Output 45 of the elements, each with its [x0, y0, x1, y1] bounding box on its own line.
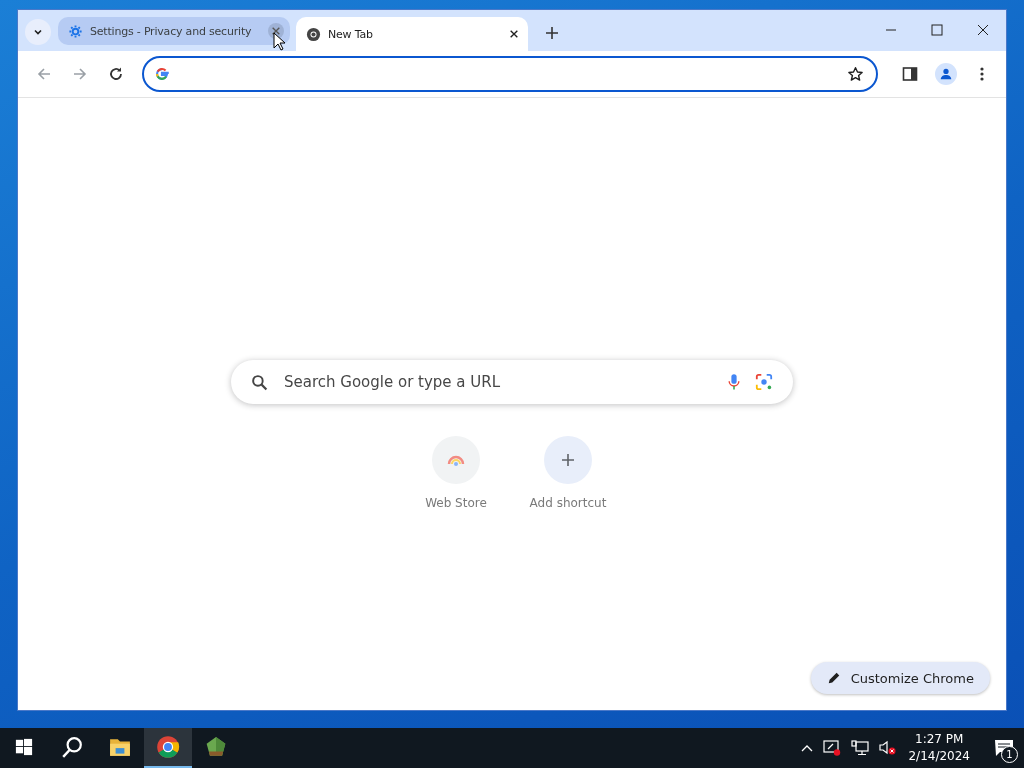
camera-icon[interactable] [755, 373, 773, 391]
maximize-icon [931, 24, 943, 36]
sync-status-icon[interactable] [823, 740, 842, 756]
google-icon [154, 66, 170, 82]
shortcut-label[interactable]: Web Store [425, 496, 487, 510]
search-icon [251, 373, 268, 391]
notifications-button[interactable]: 1 [984, 728, 1024, 768]
folder-icon [109, 736, 131, 758]
plus-icon [545, 26, 559, 40]
notification-count: 1 [1001, 746, 1018, 763]
close-icon [509, 29, 519, 39]
gear-icon [68, 23, 83, 39]
pentagon-icon [205, 736, 227, 758]
left-arrow-icon [36, 66, 52, 82]
tab-title: Settings - Privacy and security [90, 24, 253, 38]
shortcut-label[interactable]: Add shortcut [529, 496, 607, 510]
chrome-logo-icon [156, 735, 180, 759]
menu-icon [980, 66, 984, 82]
person-icon [935, 63, 957, 85]
address-bar[interactable] [142, 56, 878, 92]
chrome-logo-icon [306, 26, 321, 42]
cursor-icon [273, 32, 285, 51]
plus-icon [561, 453, 575, 467]
rainbow-icon [447, 453, 465, 467]
star-icon[interactable] [847, 65, 864, 83]
reload-icon [108, 66, 124, 82]
close-tab-button[interactable] [268, 23, 284, 39]
taskbar-button[interactable] [144, 728, 192, 768]
windows-start-icon [15, 738, 33, 756]
right-arrow-icon [72, 66, 88, 82]
close-icon [977, 24, 989, 36]
side-panel-icon [902, 66, 918, 82]
close-icon [271, 26, 281, 36]
muted-speaker-icon[interactable] [879, 740, 898, 756]
browser-tab[interactable]: Settings - Privacy and security [58, 17, 290, 45]
network-icon[interactable] [851, 740, 870, 756]
search-icon [61, 736, 83, 758]
tab-title: New Tab [328, 27, 374, 41]
clock[interactable]: 1:27 PM 2/14/2024 [908, 731, 970, 765]
search-field[interactable]: Search Google or type a URL [282, 372, 713, 392]
microphone-icon[interactable] [727, 373, 741, 391]
browser-tab[interactable]: New Tab [296, 17, 528, 51]
chevron-up-icon[interactable] [801, 744, 814, 752]
pencil-icon [826, 671, 841, 685]
customize-chrome-button[interactable]: Customize Chrome [810, 662, 990, 694]
